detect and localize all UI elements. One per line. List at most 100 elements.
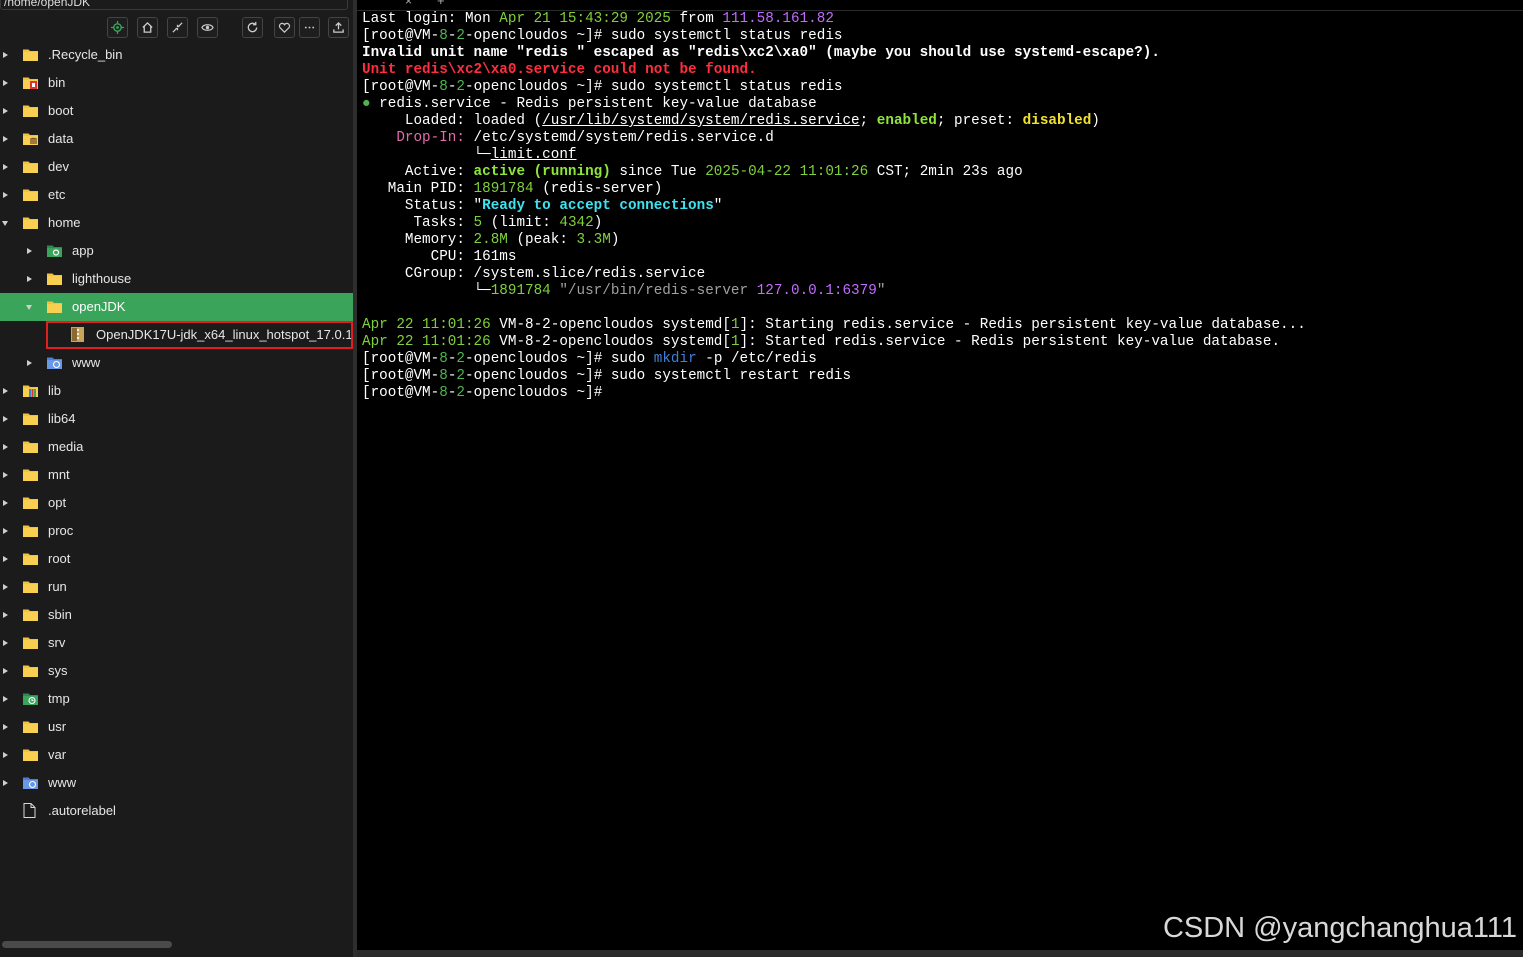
tree-item[interactable]: root xyxy=(0,545,353,573)
favorite-icon xyxy=(278,21,291,34)
tree-item-label: tmp xyxy=(48,691,70,706)
locate-button[interactable] xyxy=(107,17,128,38)
terminal-text: (limit: xyxy=(482,215,560,231)
tree-item[interactable]: .Recycle_bin xyxy=(0,41,353,69)
chevron-right-icon[interactable] xyxy=(3,752,8,758)
terminal-text: (peak: xyxy=(507,232,577,248)
terminal-line: [root@VM-8-2-opencloudos ~]# xyxy=(362,385,1306,402)
chevron-right-icon[interactable] xyxy=(3,584,8,590)
tree-item[interactable]: tmp xyxy=(0,685,353,713)
terminal[interactable]: × + Last login: Mon Apr 21 15:43:29 2025… xyxy=(357,0,1523,950)
chevron-right-icon[interactable] xyxy=(3,472,8,478)
tree-item[interactable]: openJDK xyxy=(0,293,353,321)
home-button[interactable] xyxy=(137,17,158,38)
tree-item[interactable]: .autorelabel xyxy=(0,797,353,825)
tree-item[interactable]: lighthouse xyxy=(0,265,353,293)
chevron-right-icon[interactable] xyxy=(3,500,8,506)
terminal-text: -opencloudos ~]# sudo xyxy=(465,351,654,367)
tree-item[interactable]: lib xyxy=(0,377,353,405)
chevron-right-icon[interactable] xyxy=(3,640,8,646)
chevron-right-icon[interactable] xyxy=(3,108,8,114)
terminal-text: VM-8-2-opencloudos systemd[ xyxy=(490,317,731,333)
terminal-text: [root@VM- xyxy=(362,351,440,367)
tree-item[interactable]: home xyxy=(0,209,353,237)
terminal-line: Drop-In: /etc/systemd/system/redis.servi… xyxy=(362,130,1306,147)
chevron-right-icon[interactable] xyxy=(3,192,8,198)
tree-item-label: lib64 xyxy=(48,411,76,426)
chevron-right-icon[interactable] xyxy=(3,668,8,674)
chevron-right-icon[interactable] xyxy=(3,612,8,618)
terminal-text: 8 xyxy=(439,79,448,95)
chevron-right-icon[interactable] xyxy=(3,52,8,58)
terminal-text: Apr 22 11:01:26 xyxy=(362,317,491,333)
chevron-right-icon[interactable] xyxy=(27,360,32,366)
terminal-text: Memory: xyxy=(362,232,474,248)
tree-item[interactable]: usr xyxy=(0,713,353,741)
terminal-line: Unit redis\xc2\xa0.service could not be … xyxy=(362,62,1306,79)
home-icon xyxy=(141,21,154,34)
status-strip xyxy=(357,950,1523,957)
chevron-right-icon[interactable] xyxy=(3,724,8,730)
terminal-text: -opencloudos ~]# sudo systemctl status r… xyxy=(465,79,843,95)
terminal-text: "/usr/bin/redis-server xyxy=(550,283,757,299)
tree-item-label: .autorelabel xyxy=(48,803,116,818)
terminal-line: Last login: Mon Apr 21 15:43:29 2025 fro… xyxy=(362,11,1306,28)
favorite-button[interactable] xyxy=(274,17,295,38)
upload-button[interactable] xyxy=(328,17,349,38)
tree-item[interactable]: proc xyxy=(0,517,353,545)
terminal-text: 2.8M xyxy=(473,232,508,248)
chevron-right-icon[interactable] xyxy=(27,248,32,254)
file-panel: /home/openJDK .Recycle_binbin boot data dev… xyxy=(0,0,353,957)
chevron-right-icon[interactable] xyxy=(3,444,8,450)
chevron-right-icon[interactable] xyxy=(3,696,8,702)
chevron-right-icon[interactable] xyxy=(3,780,8,786)
chevron-down-icon[interactable] xyxy=(26,305,32,310)
tree-item[interactable]: www xyxy=(0,769,353,797)
collapse-button[interactable] xyxy=(167,17,188,38)
terminal-text: ; xyxy=(859,113,877,129)
chevron-right-icon[interactable] xyxy=(3,416,8,422)
chevron-right-icon[interactable] xyxy=(3,528,8,534)
tree-item-label: bin xyxy=(48,75,66,90)
tree-item[interactable]: var xyxy=(0,741,353,769)
tree-item[interactable]: sbin xyxy=(0,601,353,629)
tree-item-label: usr xyxy=(48,719,67,734)
chevron-right-icon[interactable] xyxy=(3,164,8,170)
tree-item[interactable]: dev xyxy=(0,153,353,181)
chevron-right-icon[interactable] xyxy=(3,556,8,562)
tree-item[interactable]: run xyxy=(0,573,353,601)
terminal-text: 8 xyxy=(439,385,448,401)
tree-item[interactable]: OpenJDK17U-jdk_x64_linux_hotspot_17.0.15… xyxy=(0,321,353,349)
tree-item[interactable]: etc xyxy=(0,181,353,209)
refresh-button[interactable] xyxy=(242,17,263,38)
terminal-text: -opencloudos ~]# sudo systemctl restart … xyxy=(465,368,852,384)
horizontal-scrollbar[interactable] xyxy=(2,941,172,948)
tree-item[interactable]: lib64 xyxy=(0,405,353,433)
close-icon[interactable]: × xyxy=(405,0,412,8)
tree-item[interactable]: media xyxy=(0,433,353,461)
tree-item[interactable]: mnt xyxy=(0,461,353,489)
chevron-right-icon[interactable] xyxy=(27,276,32,282)
chevron-right-icon[interactable] xyxy=(3,80,8,86)
tree-item[interactable]: boot xyxy=(0,97,353,125)
tree-item[interactable]: sys xyxy=(0,657,353,685)
terminal-text: Status: " xyxy=(362,198,483,214)
tree-item[interactable]: app xyxy=(0,237,353,265)
chevron-right-icon[interactable] xyxy=(3,388,8,394)
refresh-icon xyxy=(246,21,259,34)
terminal-text: Main PID: xyxy=(362,181,474,197)
tree-item[interactable]: www xyxy=(0,349,353,377)
tree-item[interactable]: bin xyxy=(0,69,353,97)
more-button[interactable] xyxy=(299,17,320,38)
chevron-right-icon[interactable] xyxy=(3,136,8,142)
chevron-down-icon[interactable] xyxy=(2,221,8,226)
terminal-line: ● redis.service - Redis persistent key-v… xyxy=(362,96,1306,113)
tree-item[interactable]: opt xyxy=(0,489,353,517)
tree-item-label: srv xyxy=(48,635,66,650)
tree-item[interactable]: srv xyxy=(0,629,353,657)
path-bar[interactable]: /home/openJDK xyxy=(0,0,348,10)
tree-item[interactable]: data xyxy=(0,125,353,153)
add-tab-button[interactable]: + xyxy=(437,0,445,8)
eye-button[interactable] xyxy=(197,17,218,38)
folder-icon xyxy=(23,104,38,117)
